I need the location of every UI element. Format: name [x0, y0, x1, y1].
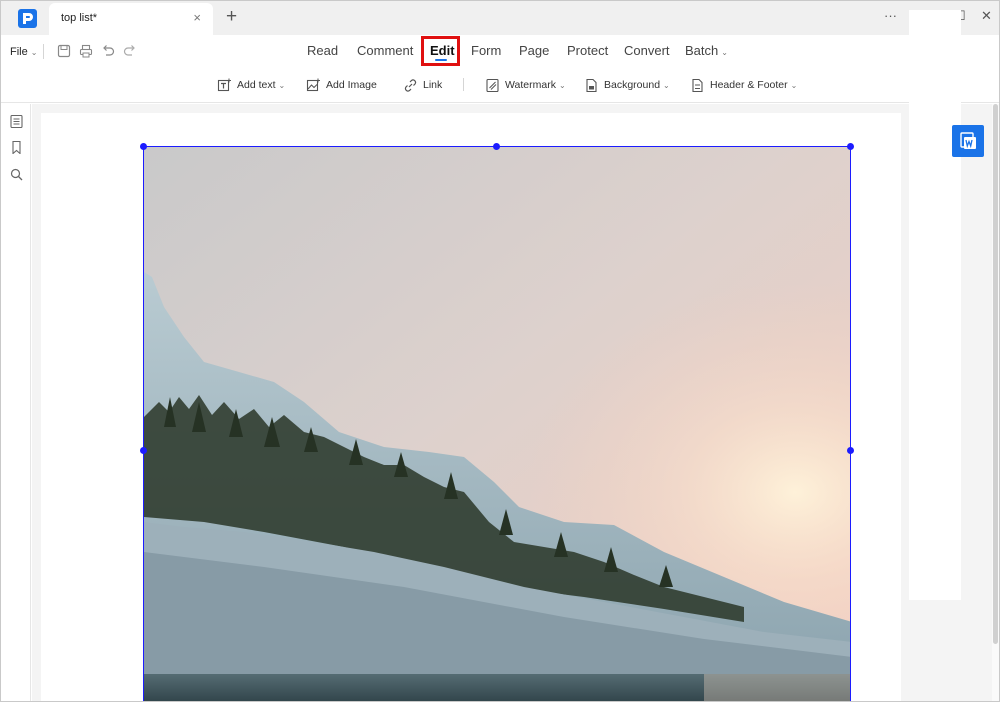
add-text-label: Add text: [237, 79, 276, 91]
search-icon[interactable]: [10, 168, 23, 181]
landscape-photo: [144, 147, 850, 701]
toolbar-divider: [463, 78, 464, 91]
add-text-button[interactable]: Add text ⌄: [217, 76, 285, 94]
tab-convert[interactable]: Convert: [624, 43, 670, 58]
tab-close-icon[interactable]: ×: [193, 11, 201, 25]
watermark-button[interactable]: Watermark ⌄: [485, 76, 566, 94]
file-menu[interactable]: File ⌄: [10, 46, 37, 58]
watermark-label: Watermark: [505, 79, 556, 91]
add-image-button[interactable]: Add Image: [306, 76, 377, 94]
menu-bar: File ⌄ Read Comment Edit Form Page Protec…: [1, 35, 999, 67]
add-image-icon: [306, 78, 320, 91]
bookmark-icon[interactable]: [10, 141, 23, 154]
scrollbar-thumb[interactable]: [993, 104, 998, 644]
left-sidebar: [1, 104, 31, 701]
watermark-icon: [486, 78, 499, 92]
chevron-down-icon: ⌄: [721, 48, 728, 57]
tab-comment[interactable]: Comment: [357, 43, 413, 58]
tab-batch-label: Batch: [685, 43, 719, 58]
undo-icon[interactable]: [101, 44, 115, 58]
save-icon[interactable]: [57, 44, 71, 58]
document-canvas: [32, 104, 992, 701]
resize-handle-top-left[interactable]: [140, 143, 147, 150]
background-button[interactable]: Background ⌄: [584, 76, 670, 94]
more-options-icon[interactable]: ···: [884, 7, 897, 25]
tab-title: top list*: [61, 12, 98, 24]
selected-image[interactable]: [143, 146, 851, 701]
right-panel: [909, 10, 961, 600]
active-tab-indicator: [435, 59, 447, 61]
print-icon[interactable]: [79, 44, 93, 58]
convert-to-word-button[interactable]: [952, 125, 984, 157]
tab-protect[interactable]: Protect: [567, 43, 608, 58]
chevron-down-icon: ⌄: [278, 80, 286, 90]
add-image-label: Add Image: [326, 79, 377, 91]
resize-handle-top-right[interactable]: [847, 143, 854, 150]
background-icon: [586, 78, 597, 92]
link-label: Link: [423, 79, 443, 91]
resize-handle-middle-right[interactable]: [847, 447, 854, 454]
new-tab-icon[interactable]: +: [226, 7, 237, 27]
resize-handle-middle-left[interactable]: [140, 447, 147, 454]
header-footer-button[interactable]: Header & Footer ⌄: [690, 76, 797, 94]
link-button[interactable]: Link: [403, 76, 442, 94]
app-logo-icon: [18, 9, 37, 28]
header-footer-label: Header & Footer: [710, 79, 788, 91]
thumbnails-icon[interactable]: [10, 115, 23, 128]
tab-batch[interactable]: Batch ⌄: [685, 43, 728, 58]
tab-edit[interactable]: Edit: [430, 43, 455, 58]
header-footer-icon: [692, 78, 703, 92]
tab-read[interactable]: Read: [307, 43, 338, 58]
document-tab[interactable]: top list* ×: [49, 3, 213, 35]
app-window: top list* × + ··· — ☐ ✕ File⌄ Read Comme…: [0, 0, 1000, 702]
background-label: Background: [604, 79, 661, 91]
close-window-icon[interactable]: ✕: [981, 7, 992, 25]
redo-icon[interactable]: [123, 44, 137, 58]
link-icon: [404, 78, 417, 92]
chevron-down-icon: ⌄: [790, 80, 798, 90]
edit-toolbar: Add text ⌄ Add Image Link Watermark ⌄ Back…: [1, 67, 999, 103]
tab-page[interactable]: Page: [519, 43, 549, 58]
title-bar: top list* × + ··· — ☐ ✕: [1, 1, 999, 35]
add-text-icon: [217, 78, 231, 91]
vertical-scrollbar[interactable]: [992, 104, 999, 701]
word-icon: [960, 132, 976, 149]
chevron-down-icon: ⌄: [30, 48, 38, 57]
chevron-down-icon: ⌄: [558, 80, 566, 90]
tab-form[interactable]: Form: [471, 43, 501, 58]
pdf-page: [41, 113, 901, 701]
menu-divider: [43, 44, 44, 59]
resize-handle-top-center[interactable]: [493, 143, 500, 150]
chevron-down-icon: ⌄: [663, 80, 670, 90]
file-menu-label: File: [10, 46, 28, 58]
